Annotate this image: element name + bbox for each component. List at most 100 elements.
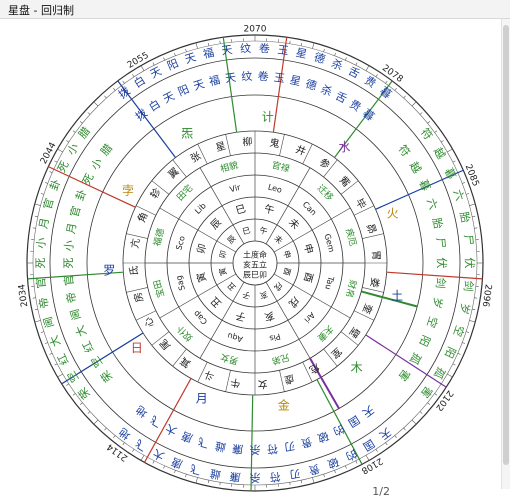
earthly-branch-inner: 亥 (259, 289, 269, 301)
outer-shensha-char: 破 (326, 455, 341, 472)
year-tick (335, 53, 336, 56)
zodiac-abbrev: Pis (268, 332, 281, 344)
vertical-scrollbar[interactable] (501, 19, 510, 489)
middle-shensha-char: 飞 (148, 413, 164, 430)
year-tick (466, 193, 469, 194)
year-tick (447, 374, 452, 377)
earthly-branch-inner: 辰 (226, 234, 238, 246)
middle-shensha-char: 卷 (257, 69, 269, 83)
middle-shensha-char: 符 (396, 143, 413, 160)
mansion-divider (126, 234, 147, 239)
middle-shensha-char: 死 (80, 171, 97, 187)
outer-shensha-char: 六 (451, 188, 467, 203)
middle-shensha-char: 廉 (231, 442, 243, 457)
year-tick (113, 436, 115, 438)
mansion-name: 室 (328, 345, 344, 361)
year-tick (94, 420, 98, 424)
year-tick (35, 320, 41, 322)
earthly-branch: 寅 (194, 271, 209, 284)
middle-shensha-char: 空 (424, 315, 441, 330)
year-tick (462, 182, 465, 183)
mansion-divider (279, 134, 284, 155)
middle-shensha-char: 纹 (241, 69, 253, 83)
zodiac-abbrev: Aqu (226, 331, 243, 344)
outer-shensha-char: 月 (37, 217, 52, 230)
outer-shensha-char: 符 (269, 470, 281, 484)
earthly-branch-inner: 子 (241, 289, 251, 300)
mansion-name: 昴 (364, 222, 378, 235)
zodiac-abbrev: Ari (302, 310, 316, 324)
year-tick (356, 63, 357, 66)
year-tick (153, 461, 154, 464)
middle-shensha-char: 杀 (250, 443, 261, 457)
palace-name: 福德 (151, 227, 167, 248)
year-tick (466, 332, 469, 333)
year-tick (462, 343, 465, 344)
middle-shensha-char: 国 (346, 413, 362, 430)
year-tick (58, 149, 63, 152)
palace-name: 宝田 (151, 278, 167, 299)
middle-shensha-char: 官 (67, 204, 83, 218)
year-tick (472, 216, 475, 217)
year-tick (174, 53, 175, 56)
outer-shensha-char: 暮 (377, 84, 394, 102)
earthly-branch: 酉 (301, 271, 314, 284)
outer-shensha-char: 胎 (457, 210, 473, 224)
middle-shensha-char: 死 (62, 258, 75, 269)
year-tick (185, 49, 186, 52)
middle-shensha-char: 贵 (347, 97, 363, 114)
year-tick (35, 216, 38, 217)
outer-shensha-char: 国 (361, 436, 377, 453)
zodiac-abbrev: Tau (323, 274, 335, 290)
year-tick (376, 74, 378, 77)
earthly-branch: 戌 (286, 294, 302, 310)
outer-shensha-char: 官 (40, 197, 56, 211)
palace-name: 财帛 (343, 278, 359, 299)
zodiac-abbrev: Lib (193, 201, 208, 216)
planet-glyph: 土 (391, 289, 403, 303)
outer-shensha-char: 伏 (463, 258, 477, 269)
year-tick (196, 477, 198, 483)
mansion-name: 毕 (353, 196, 369, 211)
middle-shensha-char: 德 (304, 76, 319, 93)
earthly-branch-inner: 未 (272, 233, 285, 246)
chart-canvas: 2070207820852096210221082114203420442055… (0, 19, 510, 500)
year-tick (104, 96, 106, 98)
outer-shensha-char: 天 (377, 425, 394, 442)
mansion-name: 鬼 (269, 136, 281, 150)
earthly-branch: 辰 (208, 216, 224, 232)
outer-shensha-char: 拨 (115, 84, 132, 102)
middle-shensha-char: 地 (134, 403, 151, 420)
year-tick (356, 461, 357, 464)
earthly-branch-inner: 戌 (272, 280, 285, 293)
year-tick (208, 480, 209, 483)
mansion-name: 角 (135, 211, 150, 225)
middle-shensha-char: 红 (80, 339, 97, 355)
outer-shensha-char: 纹 (240, 41, 252, 55)
planet-glyph: 日 (131, 341, 143, 355)
outer-shensha-char: 贵 (307, 461, 321, 477)
scroll-thumb[interactable] (503, 25, 509, 465)
outer-shensha-char: 空 (64, 369, 82, 386)
year-tick (301, 480, 302, 483)
year-tick (41, 332, 44, 333)
year-tick (163, 466, 164, 469)
earthly-branch: 卯 (195, 242, 209, 255)
year-tick (73, 131, 75, 133)
mansion-name: 斗 (203, 368, 217, 383)
window-title: 星盘 - 回归制 (8, 2, 74, 18)
year-tick (88, 112, 90, 114)
middle-shensha-char: 卦 (72, 187, 89, 202)
year-tick (55, 364, 58, 365)
middle-shensha-char: 贵 (299, 435, 313, 451)
year-tick (385, 81, 387, 83)
year-tick (41, 193, 44, 194)
earthly-branch: 未 (286, 216, 302, 232)
outer-shensha-char: 卦 (46, 177, 63, 192)
middle-shensha-char: 阃 (68, 307, 84, 321)
zodiac-abbrev: Gem (323, 233, 337, 254)
outer-shensha-char: 的 (343, 446, 359, 463)
outer-shensha-char: 飞 (133, 436, 149, 453)
middle-shensha-char: 天 (192, 77, 206, 93)
outer-shensha-char: 白 (131, 73, 148, 91)
